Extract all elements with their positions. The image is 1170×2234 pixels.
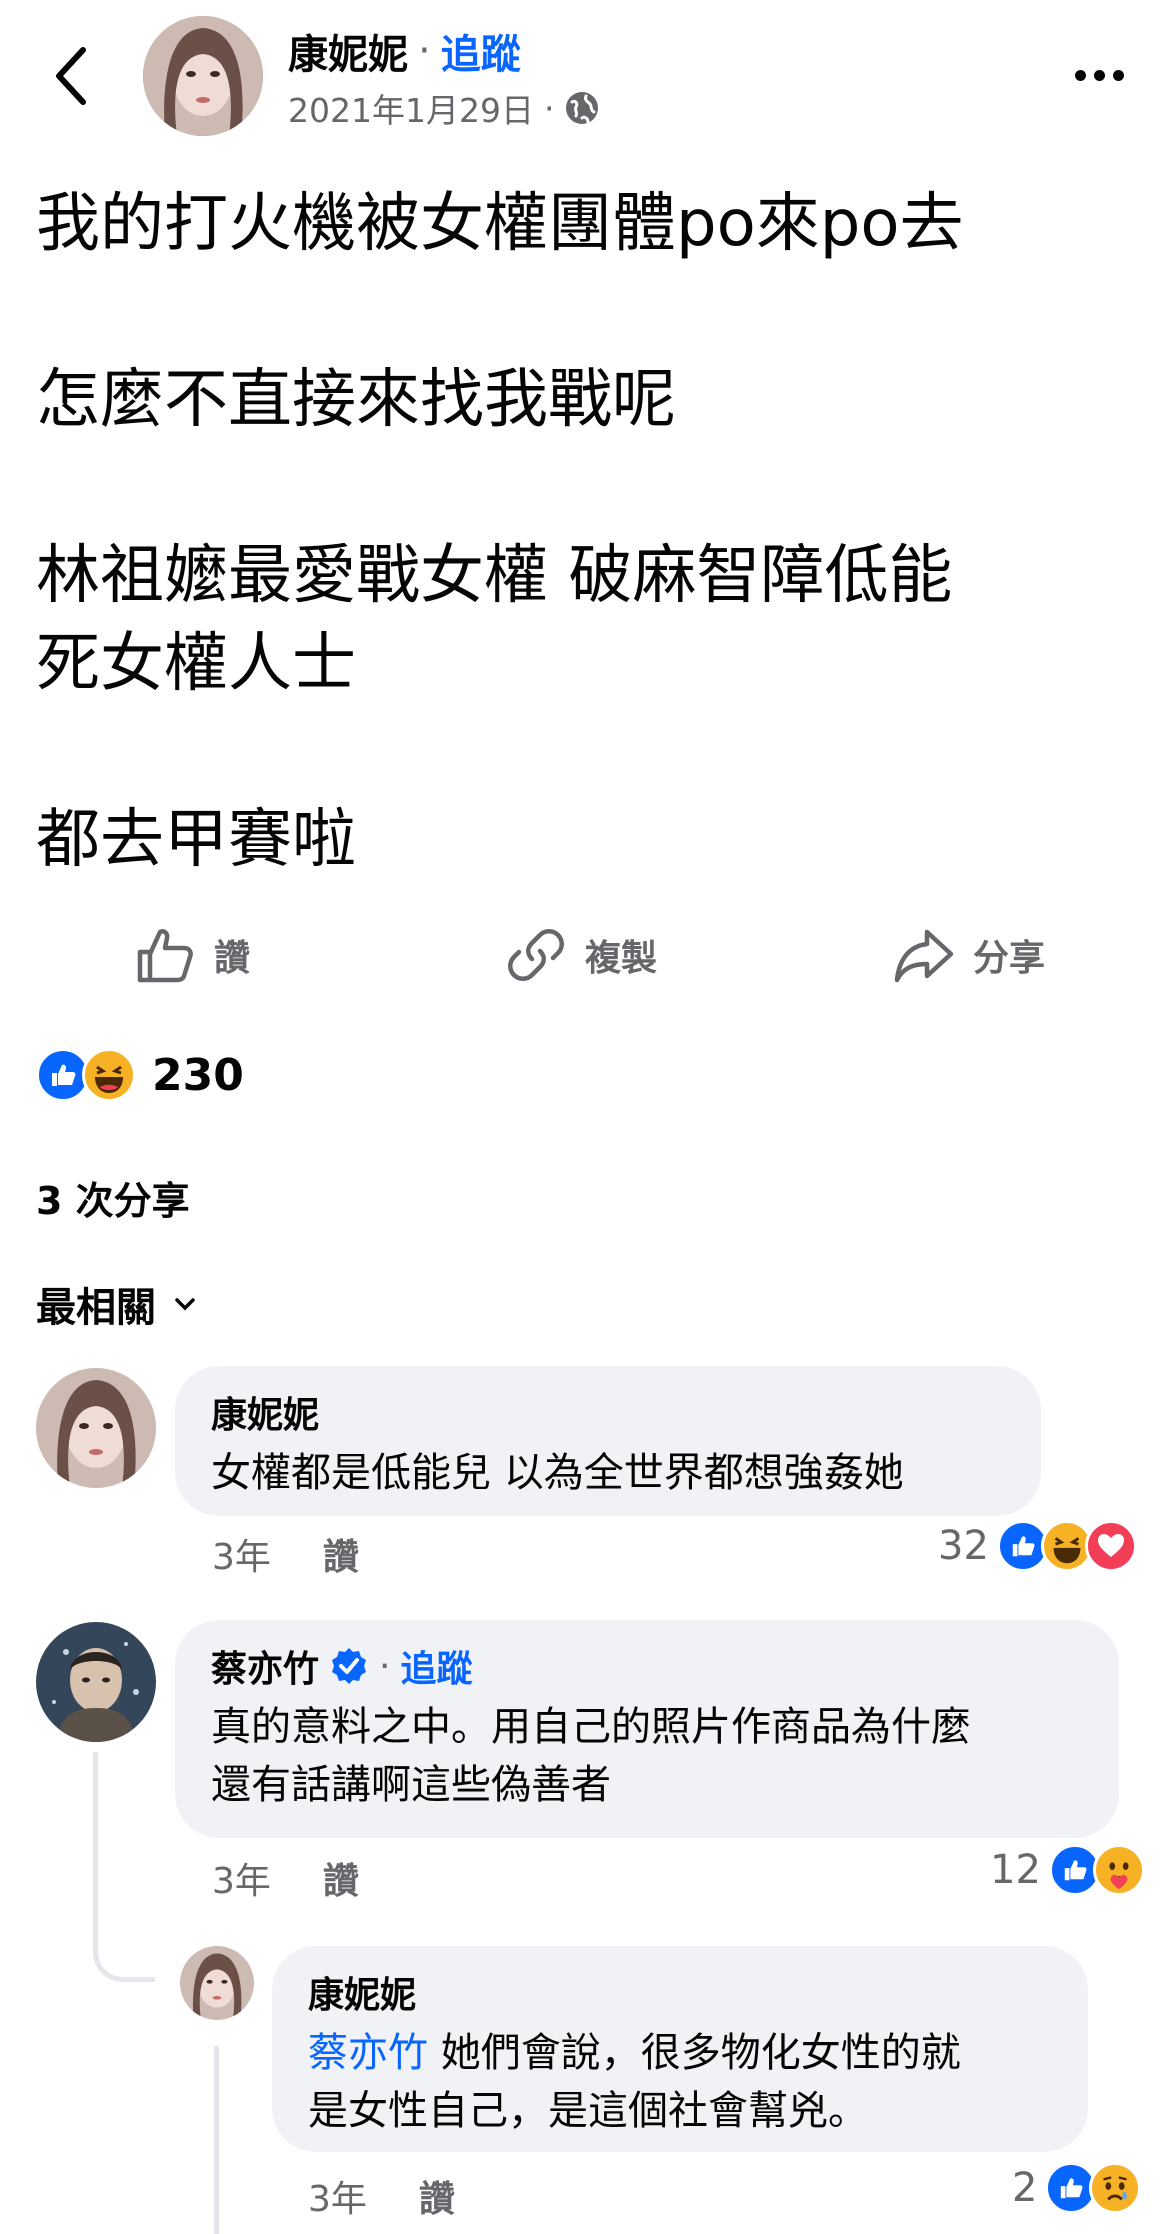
haha-icon (82, 1048, 136, 1102)
comment-meta: 3年 讚 (212, 1528, 359, 1580)
share-label: 分享 (973, 938, 1046, 979)
link-icon (508, 929, 564, 981)
more-icon (1112, 69, 1124, 81)
verified-badge-icon (332, 1648, 367, 1684)
comment-bubble[interactable]: 康妮妮 女權都是低能兒 以為全世界都想強姦她 (175, 1366, 1041, 1516)
comment-reactions[interactable]: 2 (1012, 2162, 1142, 2214)
comment-reaction-count: 32 (938, 1523, 989, 1569)
comment-sort-dropdown[interactable]: 最相關 (36, 1275, 196, 1333)
author-name[interactable]: 康妮妮 (288, 22, 408, 80)
comment-like-button[interactable]: 讚 (323, 1528, 359, 1580)
comment-reaction-icons (996, 1520, 1137, 1572)
thread-connector (214, 2046, 219, 2234)
comment-text: 女權都是低能兒 以為全世界都想強姦她 (211, 1450, 904, 1496)
sad-icon (1089, 2162, 1142, 2214)
globe-icon (566, 92, 599, 124)
like-button[interactable]: 讚 (134, 920, 250, 990)
more-icon (1093, 69, 1105, 81)
follow-button[interactable]: 追蹤 (441, 22, 521, 80)
copy-label: 複製 (585, 938, 658, 979)
chevron-down-icon (175, 1298, 195, 1311)
care-icon (1092, 1844, 1145, 1896)
sort-label: 最相關 (36, 1285, 156, 1331)
separator: · (543, 88, 555, 128)
comment-text: 蔡亦竹 她們會說，很多物化女性的就 是女性自己，是這個社會幫兇。 (308, 2024, 1052, 2140)
comment-author[interactable]: 康妮妮 (211, 1386, 1005, 1438)
mention-link[interactable]: 蔡亦竹 (308, 2030, 428, 2076)
comment-like-button[interactable]: 讚 (323, 1852, 359, 1904)
more-options-button[interactable] (1064, 50, 1134, 100)
reply-avatar[interactable] (180, 1946, 254, 2020)
comment-reaction-icons (1045, 2162, 1142, 2214)
reaction-summary[interactable]: 230 (36, 1048, 244, 1102)
separator: · (379, 1645, 391, 1687)
shares-count[interactable]: 3 次分享 (36, 1170, 190, 1225)
comment-avatar[interactable] (36, 1368, 156, 1488)
comment-bubble[interactable]: 康妮妮 蔡亦竹 她們會說，很多物化女性的就 是女性自己，是這個社會幫兇。 (272, 1946, 1088, 2152)
comment-author[interactable]: 蔡亦竹 (211, 1640, 319, 1692)
comment-time[interactable]: 3年 (212, 1528, 271, 1580)
comment-like-button[interactable]: 讚 (419, 2170, 455, 2222)
comment-meta: 3年 讚 (308, 2170, 455, 2222)
chevron-left-icon (56, 47, 86, 105)
comment-time[interactable]: 3年 (308, 2170, 367, 2222)
reaction-count: 230 (152, 1049, 244, 1101)
like-label: 讚 (214, 938, 251, 979)
comment-author[interactable]: 康妮妮 (308, 1966, 1052, 2018)
comment-meta: 3年 讚 (212, 1852, 359, 1904)
comment-reaction-count: 12 (990, 1847, 1041, 1893)
comment-text: 真的意料之中。用自己的照片作商品為什麼 還有話講啊這些偽善者 (211, 1704, 971, 1808)
comment-reaction-count: 2 (1012, 2165, 1038, 2211)
reaction-icons (36, 1048, 136, 1102)
comment-reactions[interactable]: 32 (938, 1520, 1137, 1572)
comment-reaction-icons (1048, 1844, 1145, 1896)
love-icon (1084, 1520, 1137, 1572)
more-icon (1074, 69, 1086, 81)
share-button[interactable]: 分享 (893, 920, 1045, 990)
comment-time[interactable]: 3年 (212, 1852, 271, 1904)
author-avatar[interactable] (143, 16, 263, 136)
post-meta: 2021年1月29日 · (288, 84, 600, 132)
comment-reactions[interactable]: 12 (990, 1844, 1145, 1896)
separator: · (418, 28, 431, 74)
post-date[interactable]: 2021年1月29日 (288, 84, 534, 132)
post-header-title: 康妮妮 · 追蹤 (288, 22, 521, 80)
share-arrow-icon (894, 929, 954, 983)
comment-bubble[interactable]: 蔡亦竹 · 追蹤 真的意料之中。用自己的照片作商品為什麼 還有話講啊這些偽善者 (175, 1620, 1119, 1838)
copy-button[interactable]: 複製 (505, 920, 657, 990)
back-button[interactable] (40, 36, 100, 116)
thumbs-up-icon (137, 929, 193, 983)
post-text: 我的打火機被女權團體po來po去 怎麼不直接來找我戰呢 林祖嬤最愛戰女權 破麻智… (36, 187, 964, 877)
comment-avatar[interactable] (36, 1622, 156, 1742)
thread-connector (93, 1752, 155, 1982)
follow-button[interactable]: 追蹤 (400, 1640, 472, 1692)
comment-header: 蔡亦竹 · 追蹤 (211, 1640, 1083, 1692)
